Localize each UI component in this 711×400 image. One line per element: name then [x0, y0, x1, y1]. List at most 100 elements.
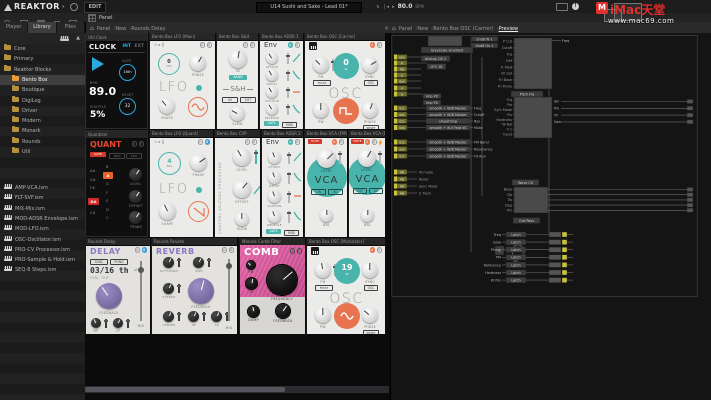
sidebar-folder[interactable]: Primary — [0, 54, 89, 64]
lfo-rate-display[interactable]: 0 CPS — [158, 53, 180, 75]
delay-time-display[interactable]: 03/16 th — [90, 266, 129, 275]
comb-damp-knob[interactable] — [248, 306, 259, 317]
tempo-stepper-icon[interactable]: ⇅ — [376, 4, 379, 9]
cvp-level-knob[interactable] — [233, 148, 251, 166]
sidebar-folder[interactable]: Modern — [0, 116, 97, 126]
osc-pw-knob[interactable] — [313, 102, 329, 118]
adsr-gate-button[interactable]: GATE — [264, 121, 279, 126]
sidebar-file[interactable]: MIX-Mix.ism — [0, 204, 89, 214]
sidebar-file[interactable]: MOD-LFO.ism — [0, 224, 89, 234]
sidebar-folder[interactable]: Rounds — [0, 137, 97, 147]
lfo-phase-knob[interactable] — [190, 55, 206, 71]
adsr-stage-slider[interactable] — [287, 70, 289, 81]
module-vca-eg[interactable]: Bento Box VCA (EG) MUTE AB LEVEL VCA EXP… — [348, 130, 385, 237]
adsr-stage-slider[interactable] — [288, 211, 290, 223]
reverb-feedback-knob[interactable] — [188, 278, 214, 304]
sine-wave-icon[interactable] — [334, 303, 360, 329]
clock-ext-button[interactable]: EXT — [134, 44, 144, 49]
delay-sync-button[interactable]: SYNC — [90, 259, 108, 265]
reverb-knob-slider[interactable] — [208, 258, 210, 267]
lfo-shape-knob[interactable] — [159, 203, 176, 220]
osc-fm-knob[interactable] — [313, 57, 329, 73]
cpu-meter-icon[interactable] — [556, 3, 568, 11]
adsr-stage-knob[interactable] — [268, 210, 281, 223]
sidebar-folder[interactable]: Core — [0, 44, 89, 54]
delay-feedback-knob[interactable] — [96, 283, 122, 309]
home-icon[interactable]: ⌂ — [392, 25, 396, 32]
ab-toggles[interactable]: AB — [222, 247, 235, 253]
adsr-stage-knob[interactable] — [266, 52, 278, 64]
quant-note[interactable]: C — [106, 216, 109, 220]
osc-pitch-display[interactable]: 0 st — [333, 53, 359, 79]
module-rounds-reverb[interactable]: Rounds Reverb REVERB AB DIFFUSION SIZE — [151, 238, 237, 334]
adsr-stage-knob[interactable] — [268, 151, 281, 164]
edit-button[interactable]: EDIT — [84, 2, 106, 13]
quant-selected-sharp[interactable]: D# — [88, 198, 99, 205]
vca-ac-button[interactable]: AC — [369, 188, 383, 194]
reverb-knob-slider[interactable] — [178, 312, 180, 321]
ab-toggles[interactable]: AB — [245, 139, 258, 145]
square-wave-icon[interactable] — [333, 98, 359, 124]
sh-ext-button[interactable]: EXT — [240, 97, 256, 103]
module-osc-carrier[interactable]: Bento Box OSC [Carrier] AB FM FM/TZ 0 st… — [304, 33, 385, 129]
reverb-knob[interactable] — [163, 283, 174, 294]
sidebar-file[interactable]: PRO-CV Processor.ism — [0, 245, 89, 255]
delay-hp-slider[interactable] — [105, 319, 107, 328]
vca-ac-button[interactable]: AC — [328, 189, 343, 195]
sh-in-button[interactable]: IN — [222, 97, 238, 103]
lfo-wave-icons[interactable]: ∿ ▸ ‖ — [154, 139, 164, 144]
vca-level-knob[interactable] — [317, 149, 336, 168]
osc-sync-knob[interactable] — [362, 262, 378, 278]
vca-lin-button[interactable]: LIN — [311, 189, 326, 195]
osc-phase-knob[interactable] — [362, 307, 378, 323]
sidebar-tab[interactable]: Files — [57, 22, 85, 33]
module-adsr-1[interactable]: Bento Box ADSR 1 Env AB ATTACK DECAY — [259, 33, 303, 129]
osc-reset-button[interactable]: RESET — [363, 125, 379, 130]
quant-note[interactable]: F# — [90, 186, 95, 190]
reverb-mix-slider[interactable] — [228, 259, 230, 321]
reverb-knob-slider[interactable] — [178, 284, 180, 293]
module-vca-fm[interactable]: Bento Box VCA (FM) MUTE AB LEVEL VCA LIN… — [304, 130, 347, 237]
lfo-phase-knob[interactable] — [190, 154, 207, 171]
sidebar-file[interactable]: OSC-Oscillator.ism — [0, 235, 89, 245]
vca-bal-knob[interactable] — [320, 209, 333, 222]
reverb-knob[interactable] — [211, 311, 222, 322]
scrollbar-thumb[interactable] — [85, 387, 285, 392]
lfo-wave-icons[interactable]: ∿ ▸ ‖ — [154, 42, 164, 47]
osc-reset-button[interactable]: RESET — [363, 330, 379, 335]
clock-bpm-value[interactable]: 89.0 — [89, 85, 116, 98]
ab-toggles[interactable]: AB — [332, 139, 345, 145]
breadcrumb-item[interactable]: New — [417, 26, 433, 32]
sidebar-file[interactable]: PRO-Sample & Hold.ism — [0, 255, 89, 265]
vca-bal-knob[interactable] — [361, 209, 374, 222]
sidebar-folder[interactable]: Reaktor Blocks — [0, 65, 89, 75]
adsr-stage-knob[interactable] — [266, 103, 278, 115]
reverb-knob-slider[interactable] — [203, 312, 205, 321]
adsr-midi-button[interactable]: MIDI — [284, 230, 299, 236]
adsr-stage-knob[interactable] — [266, 86, 278, 98]
search-icon[interactable] — [70, 3, 78, 11]
quant-selected-note[interactable]: A — [103, 172, 113, 179]
rewind-icon[interactable]: ❘◂ — [382, 4, 389, 10]
sidebar-folder[interactable]: Monark — [0, 126, 97, 136]
osc-pitch-display[interactable]: 19 st — [334, 258, 360, 284]
keyboard-icon[interactable] — [311, 247, 319, 255]
osc-pw-knob[interactable] — [315, 307, 331, 323]
delay-lp-knob[interactable] — [113, 318, 123, 328]
sidebar-folder[interactable]: Driver — [0, 106, 97, 116]
quant-knob[interactable] — [129, 168, 142, 181]
quant-note[interactable]: D — [106, 208, 109, 212]
vca-mute-button[interactable]: MUTE — [351, 139, 364, 144]
sidebar-folder[interactable]: Util — [0, 147, 97, 157]
sidebar-file[interactable]: AMP-VCA.ism — [0, 183, 89, 193]
quant-sh-button[interactable]: S&H — [126, 153, 142, 159]
adsr-stage-slider[interactable] — [287, 87, 289, 98]
module-sample-hold[interactable]: Bento Box S&H AB IN RAND S&H IN EXT SLEW — [216, 33, 258, 129]
module-adsr-2[interactable]: Bento Box ADSR 2 Env AB ATTACK DECAY — [261, 130, 303, 237]
adsr-stage-knob[interactable] — [268, 190, 281, 203]
clock-shuffle-value[interactable]: 5% — [90, 110, 105, 120]
cvp-offset-knob[interactable] — [233, 180, 251, 198]
breadcrumb-item[interactable]: Panel — [399, 26, 418, 32]
adsr-gate-button[interactable]: GATE — [266, 229, 281, 234]
sidebar-file[interactable]: SEQ-8 Steps.ism — [0, 265, 89, 275]
